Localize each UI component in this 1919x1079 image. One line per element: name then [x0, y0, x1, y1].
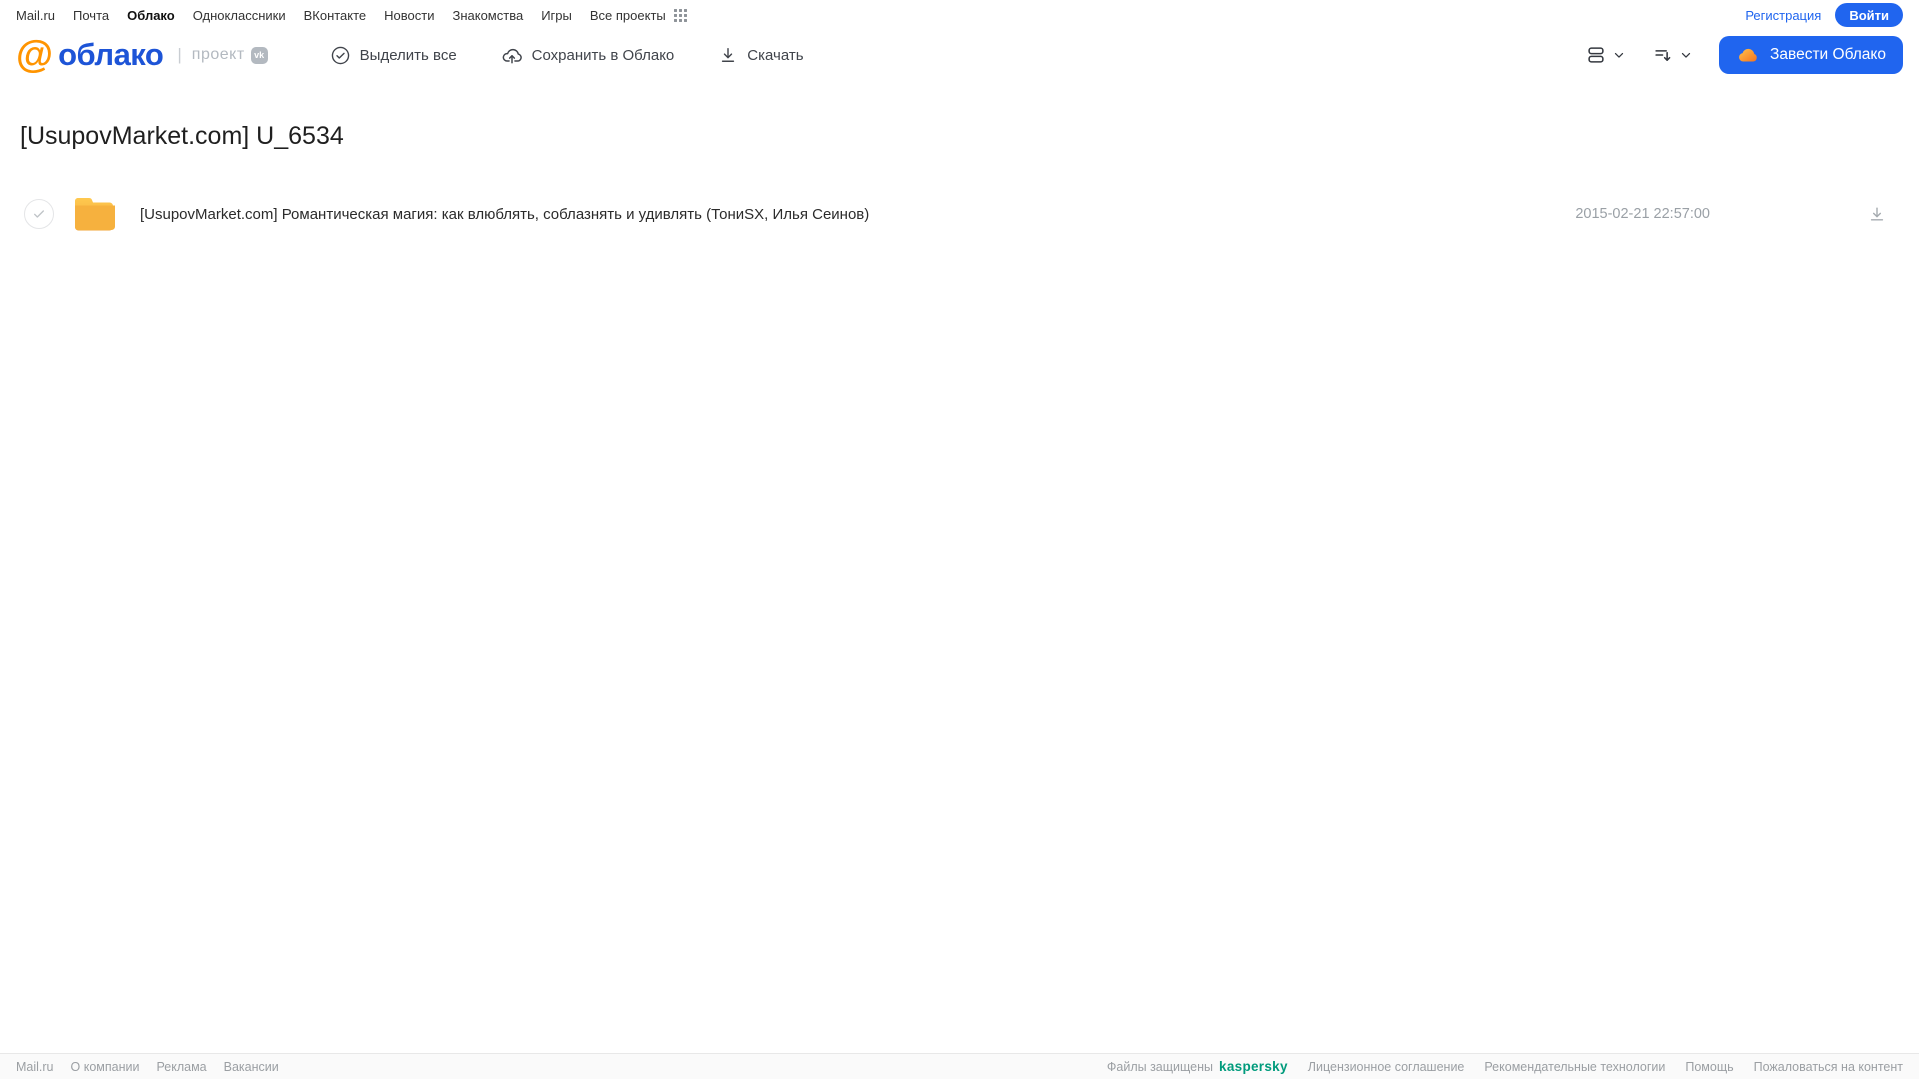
file-name[interactable]: [UsupovMarket.com] Романтическая магия: … [140, 206, 869, 223]
row-checkbox[interactable] [24, 199, 54, 229]
create-cloud-label: Завести Облако [1770, 46, 1886, 63]
cloud-logo[interactable]: @ облако | проект vk [16, 36, 268, 74]
kaspersky-logo[interactable]: kaspersky [1219, 1059, 1288, 1074]
nav-link-igry[interactable]: Игры [541, 8, 572, 23]
sort-icon [1652, 44, 1674, 66]
footer: Mail.ru О компании Реклама Вакансии Файл… [0, 1053, 1919, 1079]
footer-link-mailru[interactable]: Mail.ru [16, 1060, 54, 1074]
download-icon [718, 45, 738, 65]
row-download-icon[interactable] [1867, 204, 1887, 224]
apps-grid-icon[interactable] [673, 8, 687, 22]
cloud-upload-icon [501, 44, 523, 66]
footer-link-recommendations[interactable]: Рекомендательные технологии [1484, 1060, 1665, 1074]
chevron-down-icon [1612, 48, 1626, 62]
select-all-label: Выделить все [359, 46, 457, 64]
nav-link-novosti[interactable]: Новости [384, 8, 434, 23]
view-mode-dropdown[interactable] [1585, 44, 1626, 66]
header: @ облако | проект vk Выделить все Сохран… [0, 28, 1919, 82]
project-label: проект [191, 46, 245, 63]
footer-link-help[interactable]: Помощь [1685, 1060, 1733, 1074]
select-all-button[interactable]: Выделить все [330, 45, 457, 66]
nav-link-vkontakte[interactable]: ВКонтакте [304, 8, 367, 23]
mailru-at-icon: @ [16, 34, 53, 76]
save-to-cloud-button[interactable]: Сохранить в Облако [501, 44, 675, 66]
cloud-icon [1736, 43, 1760, 67]
login-button[interactable]: Войти [1835, 3, 1903, 27]
footer-link-report[interactable]: Пожаловаться на контент [1754, 1060, 1903, 1074]
nav-link-oblako[interactable]: Облако [127, 8, 175, 23]
footer-link-ads[interactable]: Реклама [156, 1060, 206, 1074]
toolbar: Выделить все Сохранить в Облако Скачать [330, 44, 804, 66]
nav-link-znakomstva[interactable]: Знакомства [452, 8, 523, 23]
nav-link-mailru[interactable]: Mail.ru [16, 8, 55, 23]
footer-left-links: Mail.ru О компании Реклама Вакансии [16, 1060, 279, 1074]
download-button[interactable]: Скачать [718, 45, 804, 65]
create-cloud-button[interactable]: Завести Облако [1719, 36, 1903, 74]
check-circle-icon [330, 45, 351, 66]
file-date: 2015-02-21 22:57:00 [1575, 206, 1710, 222]
chevron-down-icon [1679, 48, 1693, 62]
sort-dropdown[interactable] [1652, 44, 1693, 66]
vk-badge-icon: vk [250, 46, 268, 64]
nav-link-odnoklassniki[interactable]: Одноклассники [193, 8, 286, 23]
footer-right-links: Файлы защищены kaspersky Лицензионное со… [1107, 1059, 1903, 1074]
protected-text: Файлы защищены [1106, 1060, 1214, 1074]
footer-link-jobs[interactable]: Вакансии [224, 1060, 279, 1074]
page-title: [UsupovMarket.com] U_6534 [20, 122, 344, 150]
check-icon [34, 210, 44, 218]
download-label: Скачать [747, 46, 804, 64]
portal-links: Mail.ru Почта Облако Одноклассники ВКонт… [16, 8, 666, 23]
registration-link[interactable]: Регистрация [1745, 8, 1821, 23]
file-row[interactable]: [UsupovMarket.com] Романтическая магия: … [0, 191, 1919, 237]
save-to-cloud-label: Сохранить в Облако [531, 46, 675, 64]
kaspersky-protected: Файлы защищены kaspersky [1107, 1059, 1288, 1074]
top-nav: Mail.ru Почта Облако Одноклассники ВКонт… [0, 0, 1919, 28]
nav-link-pochta[interactable]: Почта [73, 8, 109, 23]
folder-icon [72, 194, 118, 234]
footer-link-about[interactable]: О компании [71, 1060, 140, 1074]
footer-link-license[interactable]: Лицензионное соглашение [1308, 1060, 1465, 1074]
nav-link-vse-proekty[interactable]: Все проекты [590, 8, 666, 23]
logo-divider: | [177, 45, 182, 64]
list-view-icon [1585, 44, 1607, 66]
logo-wordmark: облако [58, 37, 164, 72]
